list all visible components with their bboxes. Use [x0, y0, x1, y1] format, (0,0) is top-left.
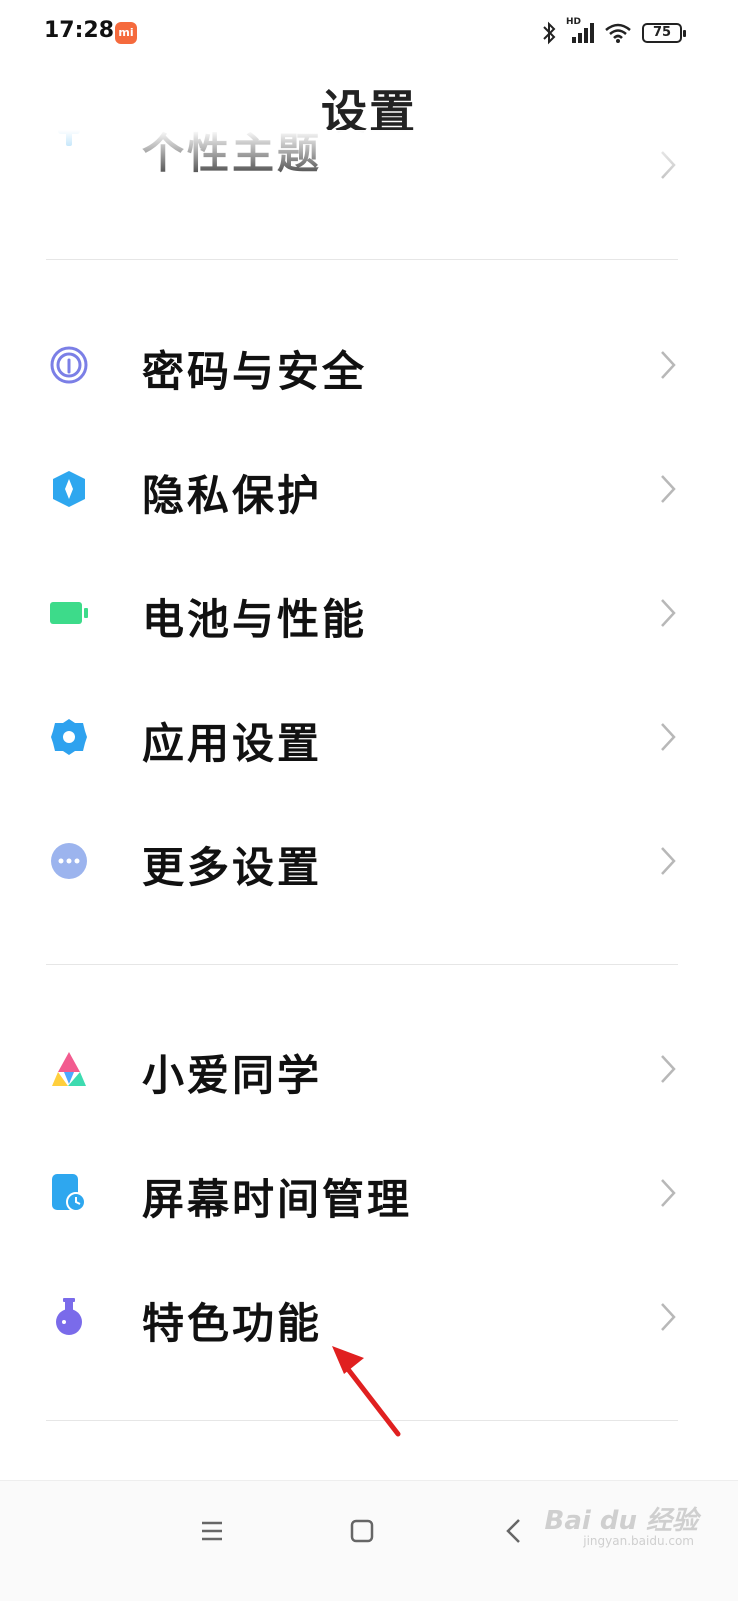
- chevron-right-icon: [661, 1055, 676, 1083]
- signal-icon: HD: [566, 17, 594, 45]
- xiaoai-icon: [52, 1052, 86, 1086]
- chevron-right-icon: [661, 151, 676, 179]
- settings-item-privacy[interactable]: 隐私保护: [0, 444, 738, 534]
- settings-item-screen-time[interactable]: 屏幕时间管理: [0, 1148, 738, 1238]
- settings-item-label: 密码与安全: [142, 347, 368, 396]
- settings-item-label: 小爱同学: [142, 1051, 323, 1100]
- chevron-right-icon: [661, 1179, 676, 1207]
- flask-icon: [56, 1298, 82, 1335]
- home-icon[interactable]: [342, 1511, 382, 1551]
- status-time: 17:28: [44, 18, 115, 43]
- chevron-right-icon: [661, 599, 676, 627]
- chevron-right-icon: [661, 723, 676, 751]
- fingerprint-icon: [50, 346, 88, 384]
- settings-item-app-settings[interactable]: 应用设置: [0, 692, 738, 782]
- divider: [46, 259, 678, 260]
- more-dots-icon: [51, 843, 87, 879]
- settings-item-password-security[interactable]: 密码与安全: [0, 320, 738, 410]
- privacy-shield-icon: [53, 471, 85, 507]
- settings-item-xiaoai[interactable]: 小爱同学: [0, 1024, 738, 1114]
- wifi-icon: [605, 23, 631, 43]
- status-icons: HD 75: [542, 17, 686, 46]
- chevron-right-icon: [661, 351, 676, 379]
- mi-notification-icon: mi: [115, 22, 137, 44]
- annotation-arrow-icon: [332, 1346, 401, 1437]
- back-icon[interactable]: [494, 1511, 534, 1551]
- chevron-right-icon: [661, 1303, 676, 1331]
- chevron-right-icon: [661, 847, 676, 875]
- chevron-right-icon: [661, 475, 676, 503]
- settings-item-label: 电池与性能: [142, 595, 368, 644]
- settings-item-theme[interactable]: 个性主题: [0, 130, 738, 190]
- settings-item-label: 屏幕时间管理: [142, 1175, 413, 1224]
- settings-item-battery-performance[interactable]: 电池与性能: [0, 568, 738, 658]
- status-bar: 17:28 mi HD 75: [0, 0, 738, 66]
- settings-item-more-settings[interactable]: 更多设置: [0, 816, 738, 906]
- divider: [46, 964, 678, 965]
- battery-icon: [50, 602, 88, 624]
- settings-item-label: 个性主题: [142, 130, 323, 178]
- watermark: Bai du 经验: [544, 1506, 699, 1536]
- menu-icon[interactable]: [192, 1511, 232, 1551]
- battery-indicator: 75: [642, 23, 686, 43]
- settings-item-label: 更多设置: [142, 843, 323, 892]
- gear-icon: [51, 719, 87, 755]
- bluetooth-icon: [543, 21, 556, 45]
- screen-time-icon: [52, 1174, 86, 1212]
- settings-item-label: 应用设置: [142, 719, 323, 768]
- settings-item-label: 隐私保护: [142, 471, 323, 520]
- theme-icon: [58, 130, 80, 146]
- watermark-url: jingyan.baidu.com: [583, 1534, 694, 1548]
- settings-item-label: 特色功能: [142, 1299, 323, 1348]
